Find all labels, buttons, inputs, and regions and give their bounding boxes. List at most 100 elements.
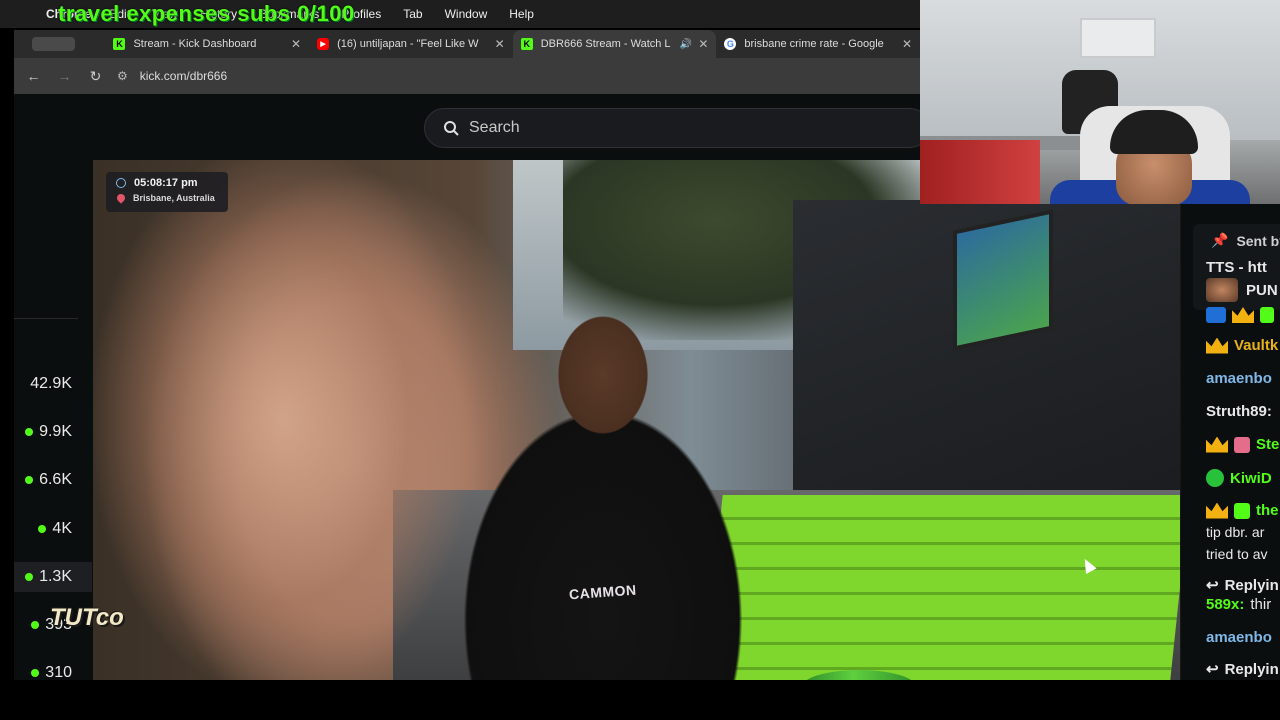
chat-text: tried to av — [1206, 546, 1268, 562]
reply-text: Replyin — [1224, 660, 1279, 678]
close-tab-icon[interactable]: ✕ — [902, 37, 912, 51]
menu-tab[interactable]: Tab — [403, 7, 422, 21]
reply-text: Replyin — [1224, 576, 1279, 594]
chat-message[interactable]: amaenbo — [1206, 629, 1272, 646]
browser-toolbar: ← → ↻ ⚙ kick.com/dbr666 — [14, 58, 920, 94]
live-dot-icon — [31, 669, 40, 677]
tab-youtube[interactable]: ▶ (16) untiljapan - "Feel Like W ✕ — [309, 30, 513, 58]
chat-reply-indicator[interactable]: ↩ Replyin — [1206, 660, 1279, 679]
close-tab-icon[interactable]: ✕ — [291, 37, 301, 51]
subscriber-goal-overlay: travel expenses subs 0/100 — [58, 1, 355, 26]
pin-icon: 📌 — [1211, 232, 1229, 248]
followed-channels-rail: 42.9K 9.9K 6.6K 4K 1.3K 393 310 — [14, 154, 92, 680]
chat-username[interactable]: Ste — [1256, 436, 1279, 453]
pinned-user: PUN — [1246, 281, 1278, 299]
channel-viewers-7[interactable]: 310 — [14, 658, 92, 680]
video-green-bench — [703, 495, 1180, 680]
chat-message[interactable]: the — [1206, 502, 1279, 519]
speaker-icon[interactable]: 🔊 — [680, 39, 692, 50]
chat-username[interactable]: 589x: — [1206, 596, 1244, 613]
url-text[interactable]: kick.com/dbr666 — [140, 69, 227, 83]
reload-icon[interactable]: ↻ — [80, 68, 111, 85]
tab-dbr666-stream[interactable]: K DBR666 Stream - Watch L 🔊 ✕ — [512, 30, 717, 58]
channel-viewers-1[interactable]: 42.9K — [14, 369, 92, 399]
chat-username[interactable]: KiwiD — [1230, 470, 1272, 487]
chat-message[interactable]: 589x: thir — [1206, 596, 1271, 613]
reply-icon: ↩ — [1206, 577, 1219, 594]
channel-viewers-5[interactable]: 1.3K — [14, 562, 92, 592]
channel-viewers-3[interactable]: 6.6K — [14, 465, 92, 495]
location-pin-icon — [115, 192, 127, 204]
badge-icon — [1260, 307, 1274, 323]
viewer-count: 42.9K — [30, 375, 72, 392]
chat-message[interactable]: Ste — [1206, 436, 1279, 453]
pinned-tts-line: TTS - htt — [1206, 259, 1267, 276]
chat-panel: 📌 Sent by TTS - htt PUN Vaultk amaenbo S… — [1180, 204, 1280, 680]
channel-viewers-4[interactable]: 4K — [14, 514, 92, 544]
video-foreground-blur — [93, 160, 563, 680]
browser-tabstrip: K Stream - Kick Dashboard ✕ ▶ (16) until… — [14, 30, 920, 58]
viewer-count: 9.9K — [39, 423, 72, 440]
viewer-count: 4K — [52, 520, 72, 537]
chat-username[interactable]: amaenbo — [1206, 370, 1272, 387]
close-tab-icon[interactable]: ✕ — [698, 37, 708, 51]
live-dot-icon — [38, 525, 47, 533]
chat-message[interactable]: Struth89: — [1206, 403, 1272, 420]
crown-badge-icon — [1206, 337, 1228, 354]
bottom-black-bar — [0, 680, 1280, 720]
google-icon: G — [724, 38, 737, 50]
site-settings-icon[interactable]: ⚙ — [117, 69, 128, 83]
chat-badges-row — [1206, 307, 1280, 323]
chat-message[interactable]: Vaultk — [1206, 337, 1278, 354]
kick-icon: K — [520, 38, 533, 50]
kick-icon: K — [113, 38, 126, 50]
viewer-count: 310 — [45, 664, 72, 680]
tab-group-handle[interactable] — [32, 37, 76, 51]
crown-badge-icon — [1206, 436, 1228, 453]
stream-watermark-logo: TUTco — [50, 604, 124, 631]
youtube-icon: ▶ — [317, 38, 330, 50]
stream-time-location-card: 05:08:17 pm Brisbane, Australia — [106, 172, 228, 212]
channel-viewers-2[interactable]: 9.9K — [14, 417, 92, 447]
clock-icon — [116, 178, 126, 188]
pinned-tts-text: TTS - htt — [1206, 259, 1267, 276]
live-dot-icon — [25, 428, 34, 436]
chat-text: tip dbr. ar — [1206, 524, 1265, 540]
tab-kick-dashboard[interactable]: K Stream - Kick Dashboard ✕ — [105, 30, 309, 58]
verified-badge-icon — [1206, 469, 1224, 487]
back-arrow-icon[interactable]: ← — [18, 68, 49, 84]
viewer-count: 6.6K — [39, 471, 72, 488]
chat-username[interactable]: the — [1256, 502, 1279, 519]
search-input[interactable]: Search — [424, 108, 930, 148]
chat-username[interactable]: amaenbo — [1206, 629, 1272, 646]
chat-text: thir — [1250, 596, 1272, 613]
close-tab-icon[interactable]: ✕ — [495, 37, 505, 51]
address-bar[interactable]: ⚙ kick.com/dbr666 — [117, 63, 857, 89]
streamer-webcam-overlay — [920, 0, 1280, 204]
chat-reply-indicator[interactable]: ↩ Replyin — [1206, 576, 1279, 595]
chat-username[interactable]: Vaultk — [1234, 337, 1278, 354]
chat-message[interactable]: KiwiD — [1206, 469, 1272, 487]
menu-window[interactable]: Window — [445, 7, 488, 21]
crown-badge-icon — [1232, 307, 1254, 323]
live-dot-icon — [31, 621, 40, 629]
stream-video-player[interactable]: CAMMON — [93, 160, 1180, 680]
chat-message[interactable]: amaenbo — [1206, 370, 1272, 387]
sub-badge-icon — [1234, 502, 1250, 519]
reply-icon: ↩ — [1206, 661, 1219, 678]
crown-badge-icon — [1206, 502, 1228, 519]
forward-arrow-icon[interactable]: → — [49, 68, 80, 84]
video-outdoor-screen — [953, 209, 1053, 351]
chat-username[interactable]: Struth89: — [1206, 403, 1272, 420]
live-dot-icon — [25, 573, 34, 581]
avatar — [1206, 278, 1238, 302]
menu-help[interactable]: Help — [509, 7, 534, 21]
rail-divider — [14, 318, 78, 319]
tab-google-search[interactable]: G brisbane crime rate - Google ✕ — [716, 30, 920, 58]
search-icon — [444, 121, 459, 136]
chat-message-text: tried to av — [1206, 546, 1267, 562]
viewer-count: 1.3K — [39, 568, 72, 585]
pinned-label: Sent by — [1236, 232, 1280, 249]
badge-icon — [1206, 307, 1226, 323]
search-placeholder: Search — [469, 119, 520, 136]
